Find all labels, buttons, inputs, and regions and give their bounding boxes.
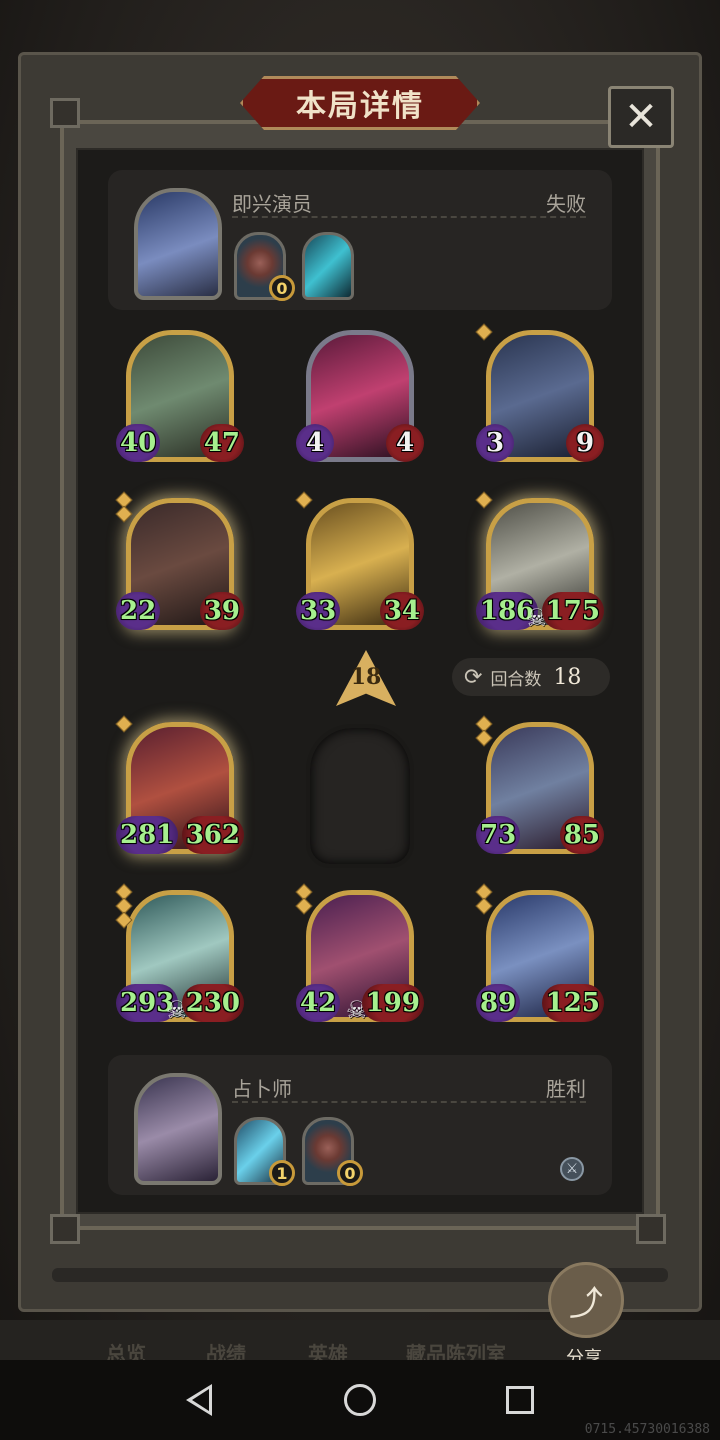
frame-corner xyxy=(50,1214,80,1244)
title-banner: 本局详情 xyxy=(240,76,480,130)
player-unit-2[interactable]: 73 85 xyxy=(475,715,604,858)
blue-card-relic-icon[interactable]: 1 xyxy=(234,1117,295,1186)
opponent-name: 即兴演员 xyxy=(232,192,312,216)
build-id: 0715.45730016388 xyxy=(584,1422,710,1437)
unit-attack: 40 xyxy=(116,424,161,462)
unit-health: 125 xyxy=(541,984,604,1022)
unit-health: 199 xyxy=(361,984,424,1022)
unit-health: 4 xyxy=(386,424,424,462)
unit-health: 85 xyxy=(559,816,604,854)
close-button[interactable]: ✕ xyxy=(608,86,674,148)
unit-attack: 33 xyxy=(296,592,341,630)
opponent-result: 失败 xyxy=(546,192,586,216)
divider xyxy=(232,216,586,218)
close-icon: ✕ xyxy=(624,94,658,140)
unit-health: 39 xyxy=(199,592,244,630)
player-result: 胜利 xyxy=(546,1077,586,1101)
player-unit-4[interactable]: 42 ☠ 199 xyxy=(295,883,424,1026)
round-count-value: 18 xyxy=(553,664,582,690)
opponent-hero-portrait[interactable] xyxy=(134,188,222,300)
repeat-icon: ⟳ xyxy=(464,664,483,690)
gear-relic-icon[interactable]: 0 xyxy=(302,1117,363,1186)
player-name: 占卜师 xyxy=(232,1077,292,1101)
tier-pips xyxy=(115,715,133,733)
tier-pips xyxy=(115,883,133,929)
empty-board-slot xyxy=(306,724,414,868)
unit-health: 175 xyxy=(541,592,604,630)
enemy-unit-5[interactable]: 33 34 xyxy=(295,491,424,634)
relic-count: 1 xyxy=(269,1160,295,1186)
home-icon[interactable] xyxy=(344,1384,376,1416)
player-unit-1[interactable]: 281 362 xyxy=(115,715,244,858)
unit-attack: 281 xyxy=(116,816,179,854)
unit-attack: 89 xyxy=(476,984,521,1022)
enemy-unit-1[interactable]: 40 47 xyxy=(116,326,244,466)
unit-attack: 73 xyxy=(476,816,521,854)
round-count-badge: ⟳ 回合数 18 xyxy=(452,658,610,696)
share-button[interactable]: ⤴ xyxy=(548,1262,624,1338)
tier-pips xyxy=(475,491,493,509)
crossed-swords-icon[interactable]: ⚔ xyxy=(560,1157,584,1181)
unit-health: 34 xyxy=(379,592,424,630)
tier-pips xyxy=(115,491,133,523)
relic-count: 0 xyxy=(337,1160,363,1186)
tier-pips xyxy=(295,883,313,915)
tier-pips xyxy=(475,323,493,341)
page-title: 本局详情 xyxy=(296,89,424,124)
enemy-unit-2[interactable]: 4 4 xyxy=(296,326,424,466)
turn-marker: 18 xyxy=(336,650,396,706)
enemy-unit-3[interactable]: 3 9 xyxy=(475,323,604,466)
unit-health: 362 xyxy=(181,816,244,854)
player-hero-portrait[interactable] xyxy=(134,1073,222,1185)
unit-attack: 3 xyxy=(476,424,514,462)
back-icon[interactable] xyxy=(186,1384,212,1416)
tier-pips xyxy=(295,491,313,509)
unit-health: 9 xyxy=(566,424,604,462)
frame-corner xyxy=(636,1214,666,1244)
divider xyxy=(232,1101,586,1103)
tier-pips xyxy=(475,715,493,747)
enemy-unit-6[interactable]: 186 ☠ 175 xyxy=(475,491,604,634)
unit-attack: 4 xyxy=(296,424,334,462)
unit-health: 230 xyxy=(181,984,244,1022)
recent-apps-icon[interactable] xyxy=(506,1386,534,1414)
turn-marker-number: 18 xyxy=(350,664,382,690)
share-icon: ⤴ xyxy=(569,1283,603,1324)
player-unit-3[interactable]: 293 ☠ 230 xyxy=(115,883,244,1026)
enemy-unit-4[interactable]: 22 39 xyxy=(115,491,244,634)
round-count-label: 回合数 xyxy=(490,669,542,690)
gear-relic-icon[interactable]: 0 xyxy=(234,232,295,301)
unit-health: 47 xyxy=(199,424,244,462)
tier-pips xyxy=(475,883,493,915)
frame-corner xyxy=(50,98,80,128)
unit-attack: 42 xyxy=(296,984,341,1022)
player-unit-5[interactable]: 89 125 xyxy=(475,883,604,1026)
relic-count: 0 xyxy=(269,275,295,301)
crystal-relic-icon[interactable] xyxy=(302,232,354,300)
player-card: 占卜师 胜利 1 0 ⚔ xyxy=(108,1055,612,1195)
opponent-card: 即兴演员 失败 0 xyxy=(108,170,612,310)
unit-attack: 22 xyxy=(116,592,161,630)
